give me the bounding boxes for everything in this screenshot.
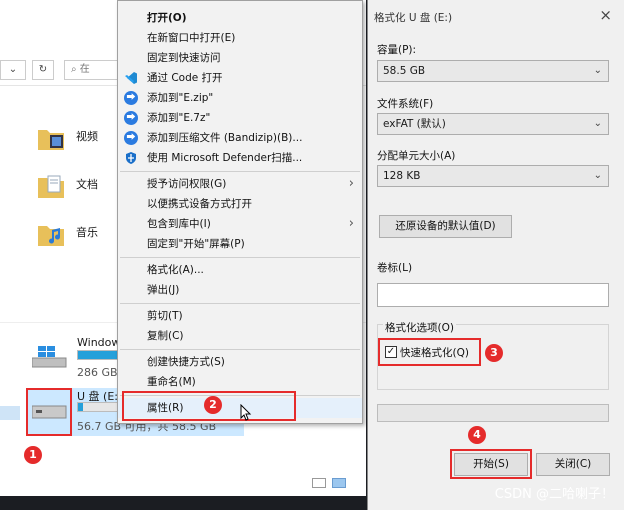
- bandizip-icon: ⮕: [124, 131, 138, 145]
- bandizip-icon: ⮕: [124, 91, 138, 105]
- volume-label-input[interactable]: [377, 283, 609, 307]
- menu-item-label: 打开(O): [147, 12, 187, 24]
- large-icons-view-icon[interactable]: [332, 478, 346, 488]
- menu-item-label: 授予访问权限(G): [147, 178, 227, 190]
- music-folder-icon: [38, 226, 64, 246]
- selection-highlight: [0, 406, 20, 420]
- menu-item-open-portable[interactable]: 以便携式设备方式打开: [118, 194, 362, 214]
- allocation-unit-label: 分配单元大小(A): [377, 150, 456, 162]
- folder-label: 文档: [76, 178, 98, 191]
- menu-item-open-new-window[interactable]: 在新窗口中打开(E): [118, 28, 362, 48]
- refresh-icon[interactable]: ↻: [32, 60, 54, 80]
- filesystem-value: exFAT (默认): [383, 118, 446, 130]
- annotation-badge-1: 1: [24, 446, 42, 464]
- allocation-unit-value: 128 KB: [383, 170, 421, 182]
- drive-name: Window: [77, 336, 121, 349]
- drive-usage-fill: [78, 403, 83, 411]
- volume-label-label: 卷标(L): [377, 262, 413, 274]
- search-placeholder: 在: [79, 64, 90, 75]
- annotation-box-quick-format: [378, 338, 481, 366]
- defender-shield-icon: [126, 152, 136, 164]
- context-menu: 打开(O) 在新窗口中打开(E) 固定到快速访问 通过 Code 打开 ⮕ 添加…: [117, 0, 363, 424]
- menu-item-copy[interactable]: 复制(C): [118, 326, 362, 346]
- windows-drive-icon: [32, 346, 67, 368]
- menu-item-pin-start[interactable]: 固定到"开始"屏幕(P): [118, 234, 362, 254]
- menu-separator: [120, 171, 360, 172]
- capacity-label: 容量(P):: [377, 44, 417, 56]
- close-button[interactable]: 关闭(C): [536, 453, 610, 476]
- video-folder-icon: [38, 130, 64, 150]
- menu-item-open[interactable]: 打开(O): [118, 8, 362, 28]
- details-view-icon[interactable]: [312, 478, 326, 488]
- drive-size: 286 GB: [77, 366, 118, 379]
- menu-item-pin-quick-access[interactable]: 固定到快速访问: [118, 48, 362, 68]
- menu-item-add-archive[interactable]: ⮕ 添加到压缩文件 (Bandizip)(B)...: [118, 128, 362, 148]
- menu-item-cut[interactable]: 剪切(T): [118, 306, 362, 326]
- menu-separator: [120, 257, 360, 258]
- menu-item-include-library[interactable]: 包含到库中(I) ›: [118, 214, 362, 234]
- search-icon: ⌕: [71, 64, 80, 75]
- menu-item-label: 包含到库中(I): [147, 218, 211, 230]
- capacity-select[interactable]: 58.5 GB ⌄: [377, 60, 609, 82]
- menu-separator: [120, 303, 360, 304]
- allocation-unit-select[interactable]: 128 KB ⌄: [377, 165, 609, 187]
- submenu-arrow-icon: ›: [348, 176, 354, 191]
- annotation-badge-4: 4: [468, 426, 486, 444]
- menu-item-label: 使用 Microsoft Defender扫描...: [147, 152, 303, 164]
- annotation-badge-2: 2: [204, 396, 222, 414]
- menu-item-format[interactable]: 格式化(A)...: [118, 260, 362, 280]
- search-input[interactable]: ⌕ 在: [64, 60, 124, 80]
- menu-item-create-shortcut[interactable]: 创建快捷方式(S): [118, 352, 362, 372]
- annotation-box-drive: [26, 388, 72, 436]
- documents-folder-icon: [38, 175, 64, 198]
- menu-item-label: 弹出(J): [147, 284, 180, 296]
- menu-item-grant-access[interactable]: 授予访问权限(G) ›: [118, 174, 362, 194]
- menu-item-label: 重命名(M): [147, 376, 196, 388]
- menu-item-eject[interactable]: 弹出(J): [118, 280, 362, 300]
- annotation-badge-3: 3: [485, 344, 503, 362]
- dialog-title: 格式化 U 盘 (E:): [374, 12, 453, 24]
- menu-item-defender-scan[interactable]: 使用 Microsoft Defender扫描...: [118, 148, 362, 168]
- restore-defaults-button[interactable]: 还原设备的默认值(D): [379, 215, 512, 238]
- menu-item-label: 以便携式设备方式打开: [147, 198, 252, 210]
- menu-item-label: 通过 Code 打开: [147, 72, 223, 84]
- menu-item-add-7z[interactable]: ⮕ 添加到"E.7z": [118, 108, 362, 128]
- menu-item-add-zip[interactable]: ⮕ 添加到"E.zip": [118, 88, 362, 108]
- annotation-box-start: [450, 449, 532, 479]
- menu-item-label: 固定到"开始"屏幕(P): [147, 238, 245, 250]
- format-dialog: 格式化 U 盘 (E:) × 容量(P): 58.5 GB ⌄ 文件系统(F) e…: [367, 0, 624, 510]
- vscode-icon: [125, 72, 137, 84]
- menu-item-label: 添加到"E.7z": [147, 112, 211, 124]
- chevron-down-icon: ⌄: [593, 65, 602, 76]
- menu-item-label: 剪切(T): [147, 310, 183, 322]
- menu-item-label: 固定到快速访问: [147, 52, 221, 64]
- menu-item-label: 添加到压缩文件 (Bandizip)(B)...: [147, 132, 303, 144]
- submenu-arrow-icon: ›: [348, 216, 354, 231]
- filesystem-select[interactable]: exFAT (默认) ⌄: [377, 113, 609, 135]
- bandizip-icon: ⮕: [124, 111, 138, 125]
- chevron-down-icon[interactable]: ⌄: [0, 60, 26, 80]
- watermark-text: CSDN @二哈喇子！: [494, 487, 614, 502]
- menu-item-open-with-code[interactable]: 通过 Code 打开: [118, 68, 362, 88]
- format-options-label: 格式化选项(O): [383, 320, 456, 335]
- chevron-down-icon: ⌄: [593, 170, 602, 181]
- menu-item-label: 复制(C): [147, 330, 184, 342]
- menu-separator: [120, 349, 360, 350]
- menu-item-label: 格式化(A)...: [147, 264, 204, 276]
- folder-label: 视频: [76, 130, 98, 143]
- mouse-cursor-icon: [240, 404, 252, 421]
- capacity-value: 58.5 GB: [383, 65, 426, 77]
- filesystem-label: 文件系统(F): [377, 98, 434, 110]
- chevron-down-icon: ⌄: [593, 118, 602, 129]
- menu-item-rename[interactable]: 重命名(M): [118, 372, 362, 392]
- format-progress-bar: [377, 404, 609, 422]
- menu-item-label: 创建快捷方式(S): [147, 356, 225, 368]
- close-icon[interactable]: ×: [599, 6, 612, 24]
- folder-label: 音乐: [76, 226, 98, 239]
- menu-item-label: 在新窗口中打开(E): [147, 32, 236, 44]
- menu-item-label: 添加到"E.zip": [147, 92, 214, 104]
